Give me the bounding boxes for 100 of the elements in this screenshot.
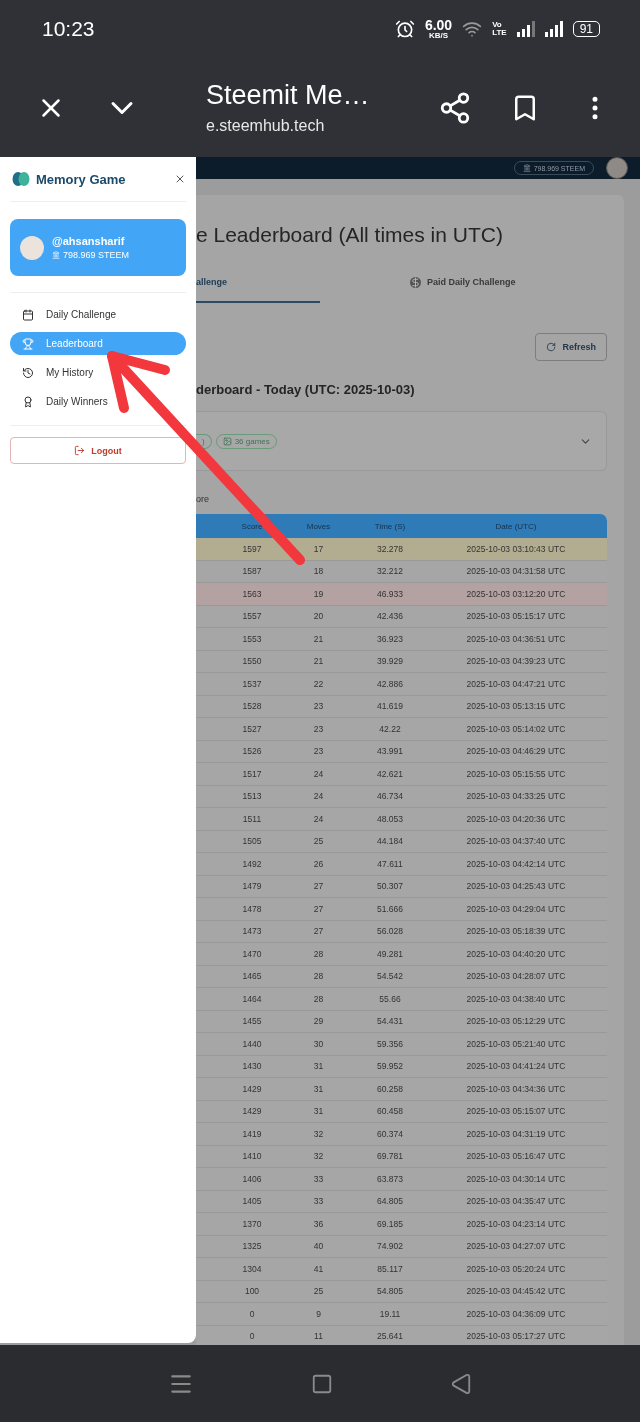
refresh-button[interactable]: Refresh: [535, 333, 607, 361]
table-cell-text: 0: [248, 1331, 256, 1342]
table-cell-text: 2025-10-03 04:31:19 UTC: [465, 1128, 567, 1139]
table-cell-text: 2025-10-03 05:15:07 UTC: [465, 1106, 567, 1117]
table-cell-text: 23: [312, 701, 325, 712]
table-cell-text: 42.22: [378, 723, 402, 734]
volte-label: LTE: [492, 29, 507, 37]
back-icon[interactable]: [449, 1372, 472, 1395]
nav-item[interactable]: Daily Challenge: [10, 303, 186, 326]
table-cell-text: 2025-10-03 05:17:27 UTC: [465, 1331, 567, 1342]
table-cell-text: 49.281: [376, 948, 404, 959]
table-cell-text: 41: [312, 1263, 325, 1274]
table-cell-text: 74.902: [376, 1241, 404, 1252]
table-cell-text: 2025-10-03 05:12:29 UTC: [465, 1016, 567, 1027]
table-cell-text: 1492: [241, 858, 263, 869]
table-cell-text: 2025-10-03 04:37:40 UTC: [465, 836, 567, 847]
table-cell-text: 2025-10-03 04:45:42 UTC: [465, 1286, 567, 1297]
table-cell-text: 1370: [241, 1218, 263, 1229]
table-cell-text: 31: [312, 1061, 325, 1072]
speed-unit: KB/S: [428, 32, 449, 40]
table-cell-text: 1513: [241, 791, 263, 802]
table-cell-text: 28: [312, 948, 325, 959]
tab[interactable]: Paid Daily Challenge: [410, 277, 516, 303]
table-cell-text: 27: [312, 903, 325, 914]
table-cell-text: 2025-10-03 04:47:21 UTC: [465, 678, 567, 689]
table-cell-text: 2025-10-03 05:15:17 UTC: [465, 611, 567, 622]
table-cell-text: 28: [312, 971, 325, 982]
table-cell-text: 2025-10-03 04:35:47 UTC: [465, 1196, 567, 1207]
table-cell-text: 63.873: [376, 1173, 404, 1184]
history-icon: [22, 366, 34, 379]
nav-item[interactable]: Daily Winners: [10, 390, 186, 413]
username: @ahsansharif: [52, 235, 126, 247]
table-cell-text: 28: [312, 993, 325, 1004]
tab[interactable]: allenge: [196, 277, 320, 303]
table-cell-text: 42.436: [376, 611, 404, 622]
column-header: Date (UTC): [495, 521, 537, 531]
calendar-icon: [22, 308, 34, 321]
signal-icon: [544, 21, 563, 37]
table-cell-text: 1405: [241, 1196, 263, 1207]
section-heading: derboard - Today (UTC: 2025-10-03): [196, 382, 416, 397]
award-icon: [22, 395, 34, 408]
table-cell-text: 69.781: [376, 1151, 404, 1162]
table-cell-text: 32.212: [376, 566, 404, 577]
table-cell-text: 27: [312, 926, 325, 937]
table-cell-text: 2025-10-03 04:20:36 UTC: [465, 813, 567, 824]
dollar-icon: [410, 277, 421, 288]
home-icon[interactable]: [311, 1372, 333, 1395]
table-cell-text: 20: [312, 611, 325, 622]
table-cell-text: 69.185: [376, 1218, 404, 1229]
table-cell-text: 44.184: [376, 836, 404, 847]
table-cell-text: 1587: [241, 566, 263, 577]
share-icon[interactable]: [438, 90, 472, 125]
table-cell-text: 1325: [241, 1241, 263, 1252]
table-cell-text: 55.66: [378, 993, 402, 1004]
table-cell-text: 31: [312, 1106, 325, 1117]
table-cell-text: 1465: [241, 971, 263, 982]
volte-label: Vo: [492, 21, 503, 29]
table-cell-text: 51.666: [376, 903, 404, 914]
table-cell-text: 85.117: [376, 1263, 404, 1274]
table-cell-text: 2025-10-03 03:12:20 UTC: [465, 588, 567, 599]
nav-item[interactable]: My History: [10, 361, 186, 384]
table-cell-text: 32.278: [376, 543, 404, 554]
table-cell-text: 43.991: [376, 746, 404, 757]
table-cell-text: 60.374: [376, 1128, 404, 1139]
table-cell-text: 2025-10-03 04:27:07 UTC: [465, 1241, 567, 1252]
table-cell-text: 56.028: [376, 926, 404, 937]
table-cell-text: 36: [312, 1218, 325, 1229]
table-cell-text: 1455: [241, 1016, 263, 1027]
table-cell-text: 2025-10-03 03:10:43 UTC: [465, 543, 567, 554]
table-cell-text: 40: [312, 1241, 325, 1252]
table-cell-text: 1557: [241, 611, 263, 622]
logout-button[interactable]: Logout: [10, 437, 186, 464]
table-cell-text: 1473: [241, 926, 263, 937]
table-cell-text: 30: [312, 1038, 325, 1049]
table-cell-text: 33: [312, 1196, 325, 1207]
table-cell-text: 32: [312, 1128, 325, 1139]
table-cell-text: 39.929: [376, 656, 404, 667]
table-cell-text: 1464: [241, 993, 263, 1004]
table-cell-text: 19: [312, 588, 325, 599]
table-cell-text: 1410: [241, 1151, 263, 1162]
table-cell-text: 1440: [241, 1038, 263, 1049]
table-cell-text: 60.258: [376, 1083, 404, 1094]
table-cell-text: 2025-10-03 05:16:47 UTC: [465, 1151, 567, 1162]
table-cell-text: 1505: [241, 836, 263, 847]
close-icon[interactable]: [174, 173, 186, 185]
table-cell-text: 2025-10-03 05:14:02 UTC: [465, 723, 567, 734]
table-cell-text: 0: [248, 1308, 256, 1319]
table-cell-text: 1429: [241, 1083, 263, 1094]
nav-item[interactable]: Leaderboard: [10, 332, 186, 355]
table-cell-text: 1597: [241, 543, 263, 554]
logout-icon: [74, 445, 86, 456]
table-cell-text: 2025-10-03 04:46:29 UTC: [465, 746, 567, 757]
table-cell-text: 54.542: [376, 971, 404, 982]
leaderboard-title: e Leaderboard (All times in UTC): [196, 223, 504, 247]
table-cell-text: 21: [312, 633, 325, 644]
app-title: Memory Game: [36, 171, 127, 187]
image-icon: [222, 436, 232, 446]
table-cell-text: 1430: [241, 1061, 263, 1072]
table-cell-text: 59.356: [376, 1038, 404, 1049]
bank-icon: [52, 251, 60, 259]
